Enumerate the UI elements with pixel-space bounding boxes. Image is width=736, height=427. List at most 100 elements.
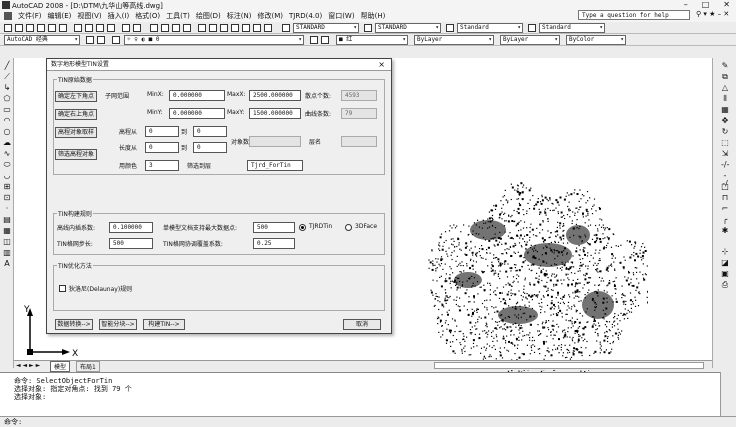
explode-icon[interactable]: ✱ xyxy=(721,227,729,235)
stretch-icon[interactable]: ⇲ xyxy=(721,150,729,158)
join-icon[interactable]: ⊓ xyxy=(721,194,729,202)
polyline-icon[interactable]: ↳ xyxy=(3,84,11,92)
make-current-icon[interactable] xyxy=(310,36,318,44)
make-block-icon[interactable]: ⊡ xyxy=(3,194,11,202)
break-icon[interactable]: □ xyxy=(721,183,729,191)
layer-manager-icon[interactable] xyxy=(97,36,105,44)
design-center-icon[interactable] xyxy=(209,24,217,32)
radio-3dface[interactable] xyxy=(345,224,352,231)
menu-insert[interactable]: 插入(I) xyxy=(108,11,130,21)
text-style-select[interactable]: STANDARD xyxy=(293,23,359,33)
region-icon[interactable]: ◫ xyxy=(3,238,11,246)
menu-tjrd[interactable]: TJRD(4.0) xyxy=(289,12,322,20)
preview-icon[interactable] xyxy=(48,24,56,32)
horizontal-scrollbar[interactable] xyxy=(434,362,704,369)
osnap-icon[interactable]: ⊹ xyxy=(721,248,729,256)
smart-block-button[interactable]: 智能分块--> xyxy=(99,319,137,330)
polygon-icon[interactable]: ⬠ xyxy=(3,95,11,103)
paste-icon[interactable] xyxy=(96,24,104,32)
maximize-button[interactable]: □ xyxy=(702,0,710,9)
command-prompt[interactable]: 命令: xyxy=(0,416,736,427)
upper-right-button[interactable]: 确定右上角点 xyxy=(55,109,97,120)
pan-icon[interactable] xyxy=(150,24,158,32)
open-icon[interactable] xyxy=(15,24,23,32)
mirror-icon[interactable]: △ xyxy=(721,84,729,92)
construction-line-icon[interactable]: ⟋ xyxy=(3,73,11,81)
filter-elevation-button[interactable]: 筛选高程对象 xyxy=(55,149,97,160)
chamfer-icon[interactable]: ⌐ xyxy=(721,205,729,213)
elev-from-field[interactable]: 0 xyxy=(145,126,179,137)
menu-dimension[interactable]: 标注(N) xyxy=(227,11,252,21)
maxy-field[interactable]: 1500.000000 xyxy=(249,108,301,119)
plot-icon[interactable] xyxy=(37,24,45,32)
color-field[interactable]: 3 xyxy=(145,160,179,171)
color-select[interactable]: ■ 红 xyxy=(336,35,408,45)
tab-nav-buttons[interactable]: ◄ ◄ ► ► xyxy=(16,362,40,369)
print-tool-icon[interactable]: ⎙ xyxy=(721,281,729,289)
menu-tools[interactable]: 工具(T) xyxy=(166,11,190,21)
rotate-icon[interactable]: ↻ xyxy=(721,128,729,136)
extend-icon[interactable]: --/ xyxy=(721,172,729,188)
sheet-set-icon[interactable] xyxy=(231,24,239,32)
interp-field[interactable]: 0.100000 xyxy=(109,222,153,233)
help-search-input[interactable]: Type a question for help xyxy=(578,10,690,20)
match-prop-icon[interactable] xyxy=(107,24,115,32)
zoom-previous-icon[interactable] xyxy=(183,24,191,32)
command-scrollbar[interactable] xyxy=(720,372,736,416)
linetype-select[interactable]: ByLayer xyxy=(414,35,494,45)
layer-state-icon[interactable] xyxy=(112,36,120,44)
erase-icon[interactable]: ✎ xyxy=(721,62,729,70)
menu-file[interactable]: 文件(F) xyxy=(18,11,42,21)
layer-previous-icon[interactable] xyxy=(321,36,329,44)
menu-modify[interactable]: 修改(M) xyxy=(257,11,283,21)
menu-view[interactable]: 视图(V) xyxy=(77,11,101,21)
insert-block-icon[interactable]: ⊞ xyxy=(3,183,11,191)
elevation-object-button[interactable]: 高程对象取样 xyxy=(55,127,97,138)
gradient-icon[interactable]: ▦ xyxy=(3,227,11,235)
tab-layout1[interactable]: 布局1 xyxy=(76,361,100,372)
step-field[interactable]: 500 xyxy=(109,238,153,249)
radio-tjrdtin[interactable] xyxy=(299,224,306,231)
line-icon[interactable]: ╱ xyxy=(3,62,11,70)
circle-icon[interactable]: ○ xyxy=(3,128,11,136)
length-from-field[interactable]: 0 xyxy=(145,142,179,153)
table-style-select[interactable]: Standard xyxy=(457,23,523,33)
overlap-field[interactable]: 0.25 xyxy=(253,238,295,249)
lineweight-select[interactable]: ByLayer xyxy=(500,35,560,45)
point-icon[interactable]: · xyxy=(3,205,11,213)
publish-icon[interactable] xyxy=(59,24,67,32)
scale-icon[interactable]: ⬚ xyxy=(721,139,729,147)
build-tin-button[interactable]: 构建TIN--> xyxy=(143,319,185,330)
menu-edit[interactable]: 编辑(E) xyxy=(48,11,72,21)
copy-object-icon[interactable]: ⧉ xyxy=(721,73,729,81)
zoom-realtime-icon[interactable] xyxy=(161,24,169,32)
help-icon[interactable] xyxy=(264,24,272,32)
menu-window[interactable]: 窗口(W) xyxy=(328,11,354,21)
properties-icon[interactable] xyxy=(198,24,206,32)
minimize-button[interactable]: – xyxy=(684,0,688,9)
menu-draw[interactable]: 绘图(D) xyxy=(196,11,221,21)
ellipse-icon[interactable]: ⬭ xyxy=(3,161,11,169)
move-icon[interactable]: ✥ xyxy=(721,117,729,125)
offset-icon[interactable]: ⫴ xyxy=(721,95,729,103)
rectangle-icon[interactable]: ▭ xyxy=(3,106,11,114)
menu-format[interactable]: 格式(O) xyxy=(135,11,160,21)
help-search-icon[interactable]: ⚲ ▾ ★ – ✕ xyxy=(696,10,729,18)
fillet-icon[interactable]: ╭ xyxy=(721,216,729,224)
miny-field[interactable]: 0.000000 xyxy=(169,108,225,119)
plot-tool-icon[interactable]: ▣ xyxy=(721,270,729,278)
copy-icon[interactable] xyxy=(85,24,93,32)
undo-icon[interactable] xyxy=(122,24,130,32)
plot-style-select[interactable]: ByColor xyxy=(566,35,626,45)
trim-icon[interactable]: -/- xyxy=(721,161,729,169)
dim-style-select[interactable]: STANDARD xyxy=(375,23,441,33)
calculator-icon[interactable] xyxy=(253,24,261,32)
menu-help[interactable]: 帮助(H) xyxy=(361,11,386,21)
hatch-icon[interactable]: ▤ xyxy=(3,216,11,224)
new-icon[interactable] xyxy=(4,24,12,32)
redo-icon[interactable] xyxy=(133,24,141,32)
ellipse-arc-icon[interactable]: ◡ xyxy=(3,172,11,180)
mleader-style-select[interactable]: Standard xyxy=(539,23,605,33)
table-icon[interactable]: ▥ xyxy=(3,249,11,257)
lower-left-button[interactable]: 确定左下角点 xyxy=(55,91,97,102)
